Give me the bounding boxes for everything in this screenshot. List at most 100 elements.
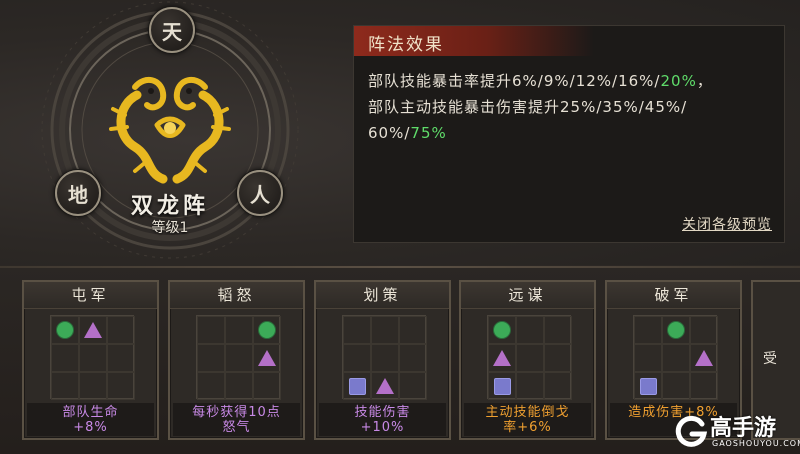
card-description-line: 每秒获得10点 — [192, 405, 281, 420]
card-title: 划策 — [316, 282, 449, 309]
grid-cell — [662, 372, 690, 400]
grid-cell — [690, 316, 718, 344]
grid-cell — [488, 316, 516, 344]
triangle-unit-icon — [258, 350, 276, 366]
card-title: 韬怒 — [170, 282, 303, 309]
card-description-line: +8% — [73, 420, 108, 435]
grid-cell — [197, 344, 225, 372]
card-description-line: 主动技能倒戈 — [485, 405, 570, 420]
formation-card[interactable]: 韬怒每秒获得10点 怒气 — [168, 280, 305, 440]
node-heaven: 天 — [149, 7, 195, 53]
effect-line-3-text: 60%/ — [368, 124, 411, 142]
circle-unit-icon — [258, 321, 276, 339]
partial-card-text: 受 — [763, 351, 777, 367]
grid-cell — [225, 344, 253, 372]
grid-cell — [253, 316, 281, 344]
circle-unit-icon — [56, 321, 74, 339]
grid-cell — [51, 344, 79, 372]
card-description-line: 怒气 — [222, 420, 251, 435]
card-description: 主动技能倒戈 率+6% — [464, 403, 591, 436]
card-description-line: +10% — [360, 420, 405, 435]
card-title: 破军 — [607, 282, 740, 309]
node-earth: 地 — [55, 170, 101, 216]
grid-cell — [107, 372, 135, 400]
effect-line-3: 60%/75% — [368, 120, 768, 146]
effect-line-2-text: 部队主动技能暴击伤害提升25%/35%/45%/ — [368, 98, 688, 116]
grid-cell — [399, 344, 427, 372]
node-human: 人 — [237, 170, 283, 216]
grid-cell — [107, 344, 135, 372]
circle-unit-icon — [667, 321, 685, 339]
grid-cell — [197, 316, 225, 344]
grid-cell — [371, 372, 399, 400]
formation-emblem: 天 地 人 双龙阵 等级1 — [40, 0, 340, 265]
close-levels-preview-link[interactable]: 关闭各级预览 — [682, 214, 772, 234]
grid-cell — [79, 372, 107, 400]
card-description: 部队生命 +8% — [27, 403, 154, 436]
watermark-brand: 高手游 — [710, 416, 777, 441]
section-divider — [0, 266, 800, 268]
position-grid — [633, 315, 718, 400]
triangle-unit-icon — [493, 350, 511, 366]
grid-cell — [79, 316, 107, 344]
formation-card[interactable]: 划策技能伤害 +10% — [314, 280, 451, 440]
card-title: 远谋 — [461, 282, 594, 309]
card-description-line: 率+6% — [503, 420, 552, 435]
grid-cell — [516, 344, 544, 372]
card-description: 技能伤害 +10% — [319, 403, 446, 436]
position-grid — [50, 315, 135, 400]
grid-cell — [516, 372, 544, 400]
effect-line-1-highlight: 20% — [660, 72, 697, 90]
grid-cell — [634, 316, 662, 344]
card-description-line: 技能伤害 — [354, 405, 411, 420]
grid-cell — [253, 344, 281, 372]
grid-cell — [516, 316, 544, 344]
grid-cell — [197, 372, 225, 400]
grid-cell — [343, 372, 371, 400]
grid-cell — [544, 372, 572, 400]
square-unit-icon — [493, 377, 511, 395]
twin-dragon-icon — [107, 65, 233, 191]
grid-cell — [488, 344, 516, 372]
grid-cell — [662, 344, 690, 372]
grid-cell — [662, 316, 690, 344]
effect-title: 阵法效果 — [368, 35, 444, 55]
grid-cell — [634, 344, 662, 372]
formation-card[interactable]: 远谋主动技能倒戈 率+6% — [459, 280, 596, 440]
grid-cell — [51, 372, 79, 400]
formation-card[interactable]: 屯军部队生命 +8% — [22, 280, 159, 440]
grid-cell — [225, 372, 253, 400]
grid-cell — [343, 316, 371, 344]
effect-line-2: 部队主动技能暴击伤害提升25%/35%/45%/ — [368, 94, 768, 120]
grid-cell — [690, 344, 718, 372]
effect-line-3-highlight: 75% — [410, 124, 447, 142]
effect-line-1-text: 部队技能暴击率提升6%/9%/12%/16%/ — [368, 72, 661, 90]
effect-line-1-suffix: ， — [696, 72, 713, 90]
watermark-g-icon — [675, 415, 708, 447]
grid-cell — [79, 344, 107, 372]
formation-level: 等级1 — [151, 220, 189, 236]
watermark-logo: 高手游 GAOSHOUYOU.COM — [672, 410, 800, 454]
position-grid — [487, 315, 572, 400]
position-grid — [342, 315, 427, 400]
effect-panel: 阵法效果 部队技能暴击率提升6%/9%/12%/16%/20%， 部队主动技能暴… — [353, 25, 785, 243]
grid-cell — [51, 316, 79, 344]
grid-cell — [690, 372, 718, 400]
grid-cell — [544, 344, 572, 372]
square-unit-icon — [639, 377, 657, 395]
grid-cell — [371, 316, 399, 344]
effect-description: 部队技能暴击率提升6%/9%/12%/16%/20%， 部队主动技能暴击伤害提升… — [368, 68, 768, 146]
grid-cell — [343, 344, 371, 372]
grid-cell — [634, 372, 662, 400]
grid-cell — [399, 372, 427, 400]
formation-name: 双龙阵 — [130, 193, 209, 219]
card-description-line: 部队生命 — [62, 405, 119, 420]
triangle-unit-icon — [84, 322, 102, 338]
grid-cell — [488, 372, 516, 400]
grid-cell — [371, 344, 399, 372]
grid-cell — [253, 372, 281, 400]
card-title: 屯军 — [24, 282, 157, 309]
grid-cell — [544, 316, 572, 344]
triangle-unit-icon — [695, 350, 713, 366]
grid-cell — [225, 316, 253, 344]
